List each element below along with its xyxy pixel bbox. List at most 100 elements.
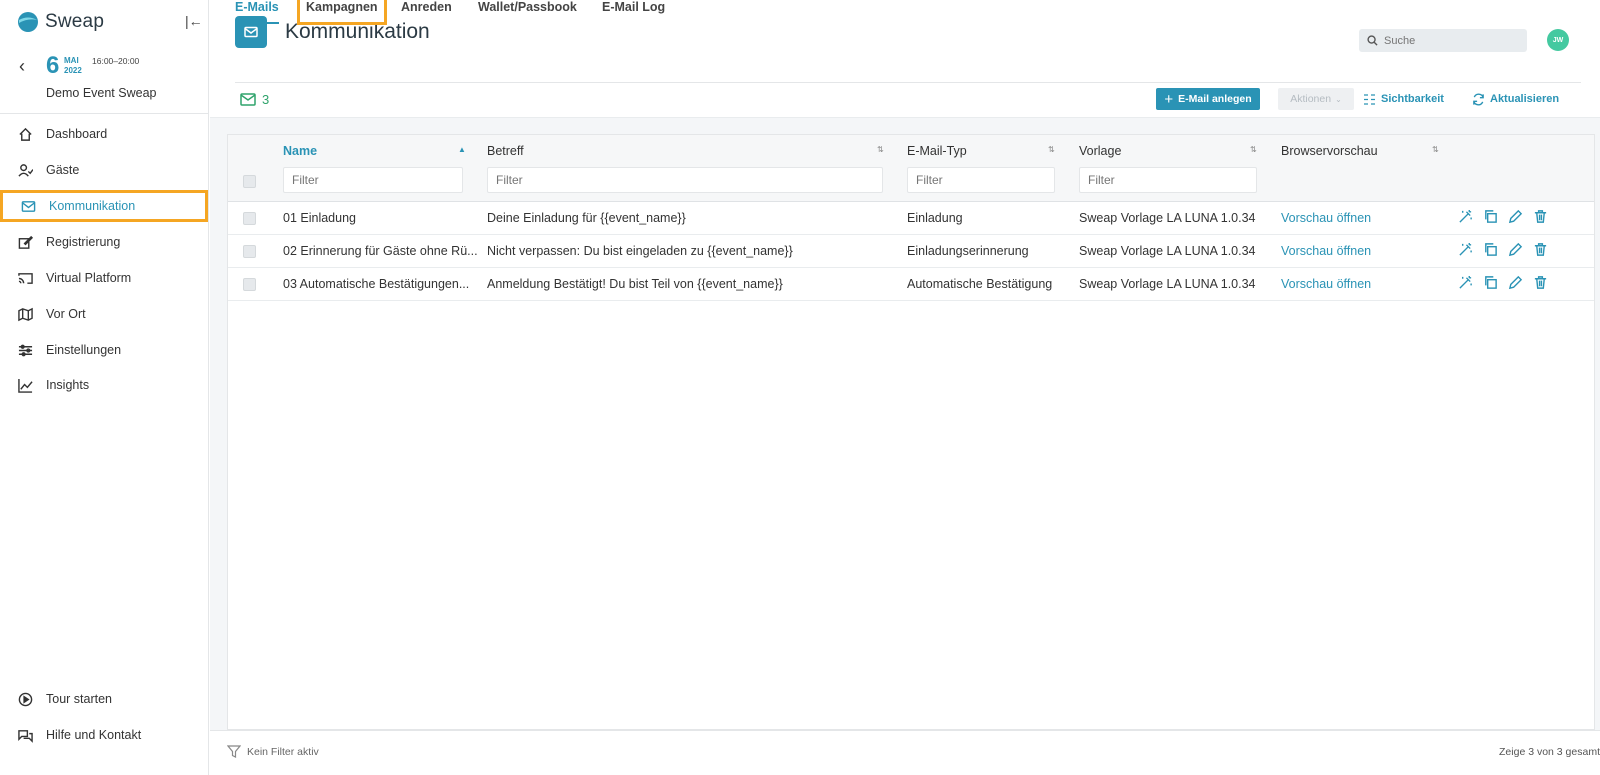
sidebar-item-label: Einstellungen bbox=[46, 343, 122, 357]
sort-icon[interactable]: ⇅ bbox=[877, 145, 884, 154]
tab-email-log[interactable]: E-Mail Log bbox=[602, 0, 665, 24]
search-box[interactable] bbox=[1359, 29, 1527, 52]
magic-wand-icon[interactable] bbox=[1458, 209, 1473, 224]
cell-subject: Deine Einladung für {{event_name}} bbox=[487, 211, 686, 225]
pencil-icon[interactable] bbox=[1508, 275, 1523, 290]
sidebar-item-label: Gäste bbox=[46, 163, 80, 177]
create-email-button[interactable]: + E-Mail anlegen bbox=[1156, 88, 1260, 110]
preview-link[interactable]: Vorschau öffnen bbox=[1281, 244, 1371, 258]
cell-name: 02 Erinnerung für Gäste ohne Rü... bbox=[283, 244, 478, 258]
tab-wallet-passbook[interactable]: Wallet/Passbook bbox=[478, 0, 577, 24]
sidebar-item-label: Hilfe und Kontakt bbox=[46, 728, 142, 742]
preview-link[interactable]: Vorschau öffnen bbox=[1281, 211, 1371, 225]
filter-name-input[interactable] bbox=[283, 167, 463, 193]
sort-icon[interactable]: ⇅ bbox=[1432, 145, 1439, 154]
sidebar-item-settings[interactable]: Einstellungen bbox=[0, 334, 208, 366]
sort-icon[interactable]: ⇅ bbox=[1048, 145, 1055, 154]
sidebar-item-help[interactable]: Hilfe und Kontakt bbox=[0, 719, 208, 751]
search-input[interactable] bbox=[1384, 34, 1514, 47]
table-row[interactable]: 03 Automatische Bestätigungen... Anmeldu… bbox=[228, 268, 1594, 301]
sidebar-item-label: Dashboard bbox=[46, 127, 108, 141]
guests-icon bbox=[18, 163, 33, 177]
magic-wand-icon[interactable] bbox=[1458, 242, 1473, 257]
actions-dropdown[interactable]: Aktionen ⌄ bbox=[1278, 88, 1354, 110]
visibility-button[interactable]: Sichtbarkeit bbox=[1363, 88, 1444, 110]
row-checkbox[interactable] bbox=[243, 212, 256, 225]
sidebar-item-label: Registrierung bbox=[46, 235, 121, 249]
logo[interactable]: Sweap bbox=[17, 11, 104, 33]
sort-asc-icon[interactable]: ▲ bbox=[458, 145, 466, 154]
play-icon bbox=[18, 692, 33, 706]
row-actions bbox=[1458, 275, 1548, 290]
sidebar-item-guests[interactable]: Gäste bbox=[0, 154, 208, 186]
trash-icon[interactable] bbox=[1533, 242, 1548, 257]
home-icon bbox=[19, 127, 32, 141]
column-header-preview[interactable]: Browservorschau bbox=[1281, 144, 1378, 158]
table-row[interactable]: 01 Einladung Deine Einladung für {{event… bbox=[228, 202, 1594, 235]
column-header-template[interactable]: Vorlage bbox=[1079, 144, 1121, 158]
chart-icon bbox=[18, 378, 33, 393]
copy-icon[interactable] bbox=[1483, 242, 1498, 257]
sidebar-item-label: Insights bbox=[46, 378, 90, 392]
event-time: 16:00–20:00 bbox=[92, 56, 140, 66]
sidebar-item-registration[interactable]: Registrierung bbox=[0, 226, 208, 258]
row-actions bbox=[1458, 242, 1548, 257]
copy-icon[interactable] bbox=[1483, 275, 1498, 290]
email-count: 3 bbox=[240, 92, 269, 107]
sidebar-item-start-tour[interactable]: Tour starten bbox=[0, 683, 208, 715]
sidebar-item-virtual-platform[interactable]: Virtual Platform bbox=[0, 262, 208, 294]
search-icon bbox=[1367, 35, 1378, 46]
cell-template: Sweap Vorlage LA LUNA 1.0.34 bbox=[1079, 277, 1256, 291]
table-row[interactable]: 02 Erinnerung für Gäste ohne Rü... Nicht… bbox=[228, 235, 1594, 268]
sidebar: Sweap |← ‹ 6 MAI 2022 16:00–20:00 Demo Ev… bbox=[0, 0, 209, 775]
filter-status: Kein Filter aktiv bbox=[227, 745, 319, 758]
trash-icon[interactable] bbox=[1533, 275, 1548, 290]
sweap-logo-icon bbox=[18, 12, 38, 32]
main-content: Kommunikation JW E-Mails Kampagnen Anred… bbox=[210, 0, 1600, 775]
email-table: Name ▲ Betreff ⇅ E-Mail-Typ ⇅ Vorlage ⇅ … bbox=[227, 134, 1595, 730]
chevron-left-icon[interactable]: ‹ bbox=[19, 56, 25, 77]
filter-subject-input[interactable] bbox=[487, 167, 883, 193]
filter-status-text: Kein Filter aktiv bbox=[247, 745, 319, 758]
sidebar-item-label: Kommunikation bbox=[49, 199, 136, 213]
copy-icon[interactable] bbox=[1483, 209, 1498, 224]
cell-subject: Anmeldung Bestätigt! Du bist Teil von {{… bbox=[487, 277, 783, 291]
sidebar-item-dashboard[interactable]: Dashboard bbox=[0, 118, 208, 150]
table-footer: Kein Filter aktiv Zeige 3 von 3 gesamt bbox=[210, 730, 1600, 775]
avatar[interactable]: JW bbox=[1547, 29, 1569, 51]
cell-name: 01 Einladung bbox=[283, 211, 356, 225]
sidebar-item-on-site[interactable]: Vor Ort bbox=[0, 298, 208, 330]
cell-template: Sweap Vorlage LA LUNA 1.0.34 bbox=[1079, 211, 1256, 225]
pencil-icon[interactable] bbox=[1508, 242, 1523, 257]
sidebar-item-insights[interactable]: Insights bbox=[0, 369, 208, 401]
row-checkbox[interactable] bbox=[243, 245, 256, 258]
pencil-icon[interactable] bbox=[1508, 209, 1523, 224]
row-checkbox[interactable] bbox=[243, 278, 256, 291]
trash-icon[interactable] bbox=[1533, 209, 1548, 224]
mail-icon bbox=[21, 200, 36, 212]
collapse-sidebar-icon[interactable]: |← bbox=[185, 13, 203, 29]
tab-divider bbox=[235, 82, 1581, 83]
preview-link[interactable]: Vorschau öffnen bbox=[1281, 277, 1371, 291]
filter-type-input[interactable] bbox=[907, 167, 1055, 193]
tab-salutations[interactable]: Anreden bbox=[401, 0, 452, 24]
sidebar-item-communication[interactable]: Kommunikation bbox=[0, 190, 208, 222]
event-selector[interactable]: ‹ 6 MAI 2022 16:00–20:00 Demo Event Sweap bbox=[0, 46, 208, 114]
edit-icon bbox=[18, 235, 33, 249]
column-header-name[interactable]: Name bbox=[283, 144, 317, 158]
column-header-subject[interactable]: Betreff bbox=[487, 144, 524, 158]
filter-template-input[interactable] bbox=[1079, 167, 1257, 193]
sort-icon[interactable]: ⇅ bbox=[1250, 145, 1257, 154]
cell-name: 03 Automatische Bestätigungen... bbox=[283, 277, 470, 291]
tab-emails[interactable]: E-Mails bbox=[235, 0, 279, 24]
select-all-checkbox[interactable] bbox=[243, 175, 256, 188]
row-actions bbox=[1458, 209, 1548, 224]
magic-wand-icon[interactable] bbox=[1458, 275, 1473, 290]
columns-icon bbox=[1364, 93, 1375, 105]
column-header-email-type[interactable]: E-Mail-Typ bbox=[907, 144, 967, 158]
refresh-button[interactable]: Aktualisieren bbox=[1472, 88, 1559, 110]
refresh-label: Aktualisieren bbox=[1490, 93, 1560, 105]
tab-campaigns[interactable]: Kampagnen bbox=[297, 0, 387, 25]
chevron-down-icon: ⌄ bbox=[1335, 94, 1342, 104]
plus-icon: + bbox=[1164, 90, 1174, 108]
